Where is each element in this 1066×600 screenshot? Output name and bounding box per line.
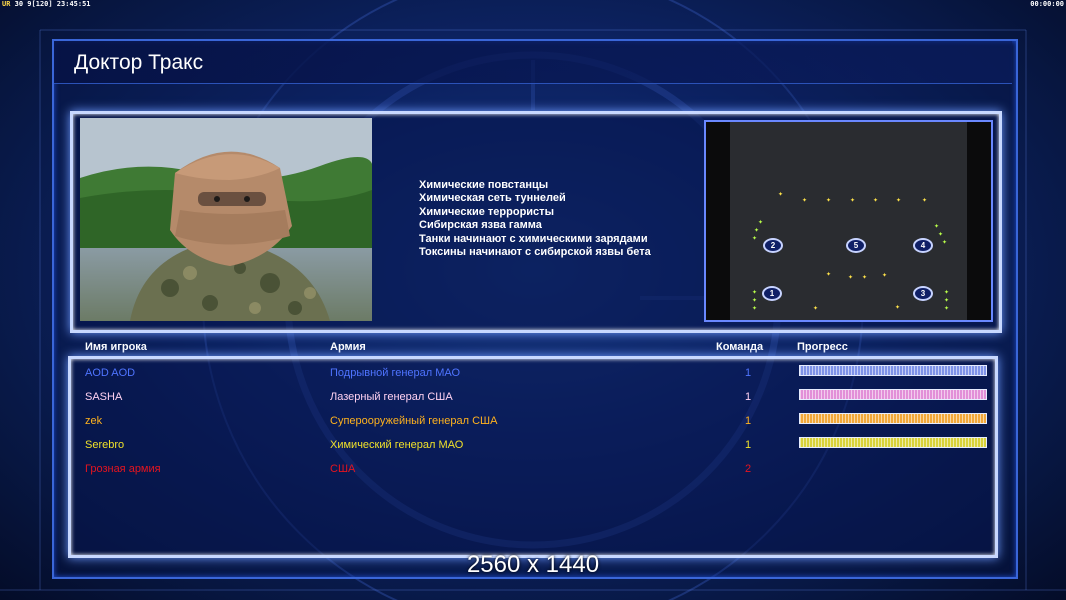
debug-hud: UR 30 9[120] 23:45:51 00:00:00 (0, 0, 1066, 9)
supply-marker: ✦ (944, 290, 950, 296)
player-army: Химический генерал МАО (330, 439, 464, 451)
resolution-label: 2560 x 1440 (466, 551, 600, 578)
supply-marker: ✦ (896, 198, 902, 204)
player-name: Грозная армия (85, 463, 161, 475)
objective-item: Химические террористы (419, 205, 554, 218)
supply-marker: ✦ (826, 198, 832, 204)
player-army: Лазерный генерал США (330, 391, 453, 403)
start-slot-1: 1 (762, 286, 782, 301)
supply-marker: ✦ (752, 298, 758, 304)
objective-item: Химическая сеть туннелей (419, 192, 566, 205)
supply-marker: ✦ (752, 306, 758, 312)
objective-item: Сибирская язва гамма (419, 219, 542, 232)
progress-bar (799, 389, 987, 400)
player-row: zek Суперооружейный генерал США 1 (0, 413, 1066, 435)
player-team: 1 (745, 391, 752, 403)
progress-bar (799, 437, 987, 448)
player-team: 2 (745, 463, 752, 475)
player-team: 1 (745, 439, 752, 451)
progress-bar (799, 365, 987, 376)
player-name: zek (85, 415, 103, 427)
player-row: Грозная армия США 2 (0, 463, 1066, 483)
supply-marker: ✦ (944, 306, 950, 312)
hud-right-timer: 00:00:00 (1030, 0, 1064, 8)
supply-marker: ✦ (754, 228, 760, 234)
objective-item: Химические повстанцы (419, 179, 549, 191)
supply-marker: ✦ (882, 273, 888, 279)
supply-marker: ✦ (848, 275, 854, 281)
objectives-list: Химические повстанцы Химическая сеть тун… (419, 179, 651, 259)
minimap: 1 2 3 4 5 ✦ ✦ ✦ ✦ ✦ ✦ ✦ ✦ ✦ ✦ ✦ ✦ ✦ ✦ ✦ … (704, 120, 993, 322)
player-row: Serebro Химический генерал МАО 1 (0, 437, 1066, 459)
objective-item: Танки начинают с химическими зарядами (419, 232, 648, 245)
player-team: 1 (745, 367, 752, 379)
page-title: Доктор Тракс (74, 51, 204, 74)
general-portrait (80, 118, 372, 321)
supply-marker: ✦ (752, 236, 758, 242)
supply-marker: ✦ (813, 306, 819, 312)
supply-marker: ✦ (826, 272, 832, 278)
hud-left-stats: 30 9[120] 23:45:51 (14, 0, 91, 8)
supply-marker: ✦ (922, 198, 928, 204)
hud-left-prefix: UR (2, 0, 11, 8)
supply-marker: ✦ (778, 192, 784, 198)
player-row: SASHA Лазерный генерал США 1 (0, 389, 1066, 411)
supply-marker: ✦ (938, 232, 944, 238)
supply-marker: ✦ (873, 198, 879, 204)
start-slot-3: 3 (913, 286, 933, 301)
header-army: Армия (330, 341, 366, 353)
hud-left-readout: UR 30 9[120] 23:45:51 (2, 0, 91, 9)
minimap-right-border (967, 122, 991, 320)
player-name: AOD AOD (85, 367, 136, 379)
player-row: AOD AOD Подрывной генерал МАО 1 (0, 365, 1066, 387)
header-team: Команда (716, 341, 764, 353)
supply-marker: ✦ (752, 290, 758, 296)
supply-marker: ✦ (895, 305, 901, 311)
progress-bar (799, 413, 987, 424)
supply-marker: ✦ (934, 224, 940, 230)
supply-marker: ✦ (802, 198, 808, 204)
supply-marker: ✦ (944, 298, 950, 304)
start-slot-2: 2 (763, 238, 783, 253)
supply-marker: ✦ (850, 198, 856, 204)
minimap-left-border (706, 122, 730, 320)
supply-marker: ✦ (758, 220, 764, 226)
supply-marker: ✦ (942, 240, 948, 246)
player-name: Serebro (85, 439, 125, 451)
player-team: 1 (745, 415, 752, 427)
player-army: США (330, 463, 356, 475)
header-player-name: Имя игрока (85, 341, 147, 353)
start-slot-5: 5 (846, 238, 866, 253)
objective-item: Токсины начинают с сибирской язвы бета (419, 246, 651, 259)
supply-marker: ✦ (862, 275, 868, 281)
player-army: Суперооружейный генерал США (330, 415, 498, 427)
player-name: SASHA (85, 391, 123, 403)
start-slot-4: 4 (913, 238, 933, 253)
header-progress: Прогресс (797, 341, 848, 353)
player-army: Подрывной генерал МАО (330, 367, 461, 379)
